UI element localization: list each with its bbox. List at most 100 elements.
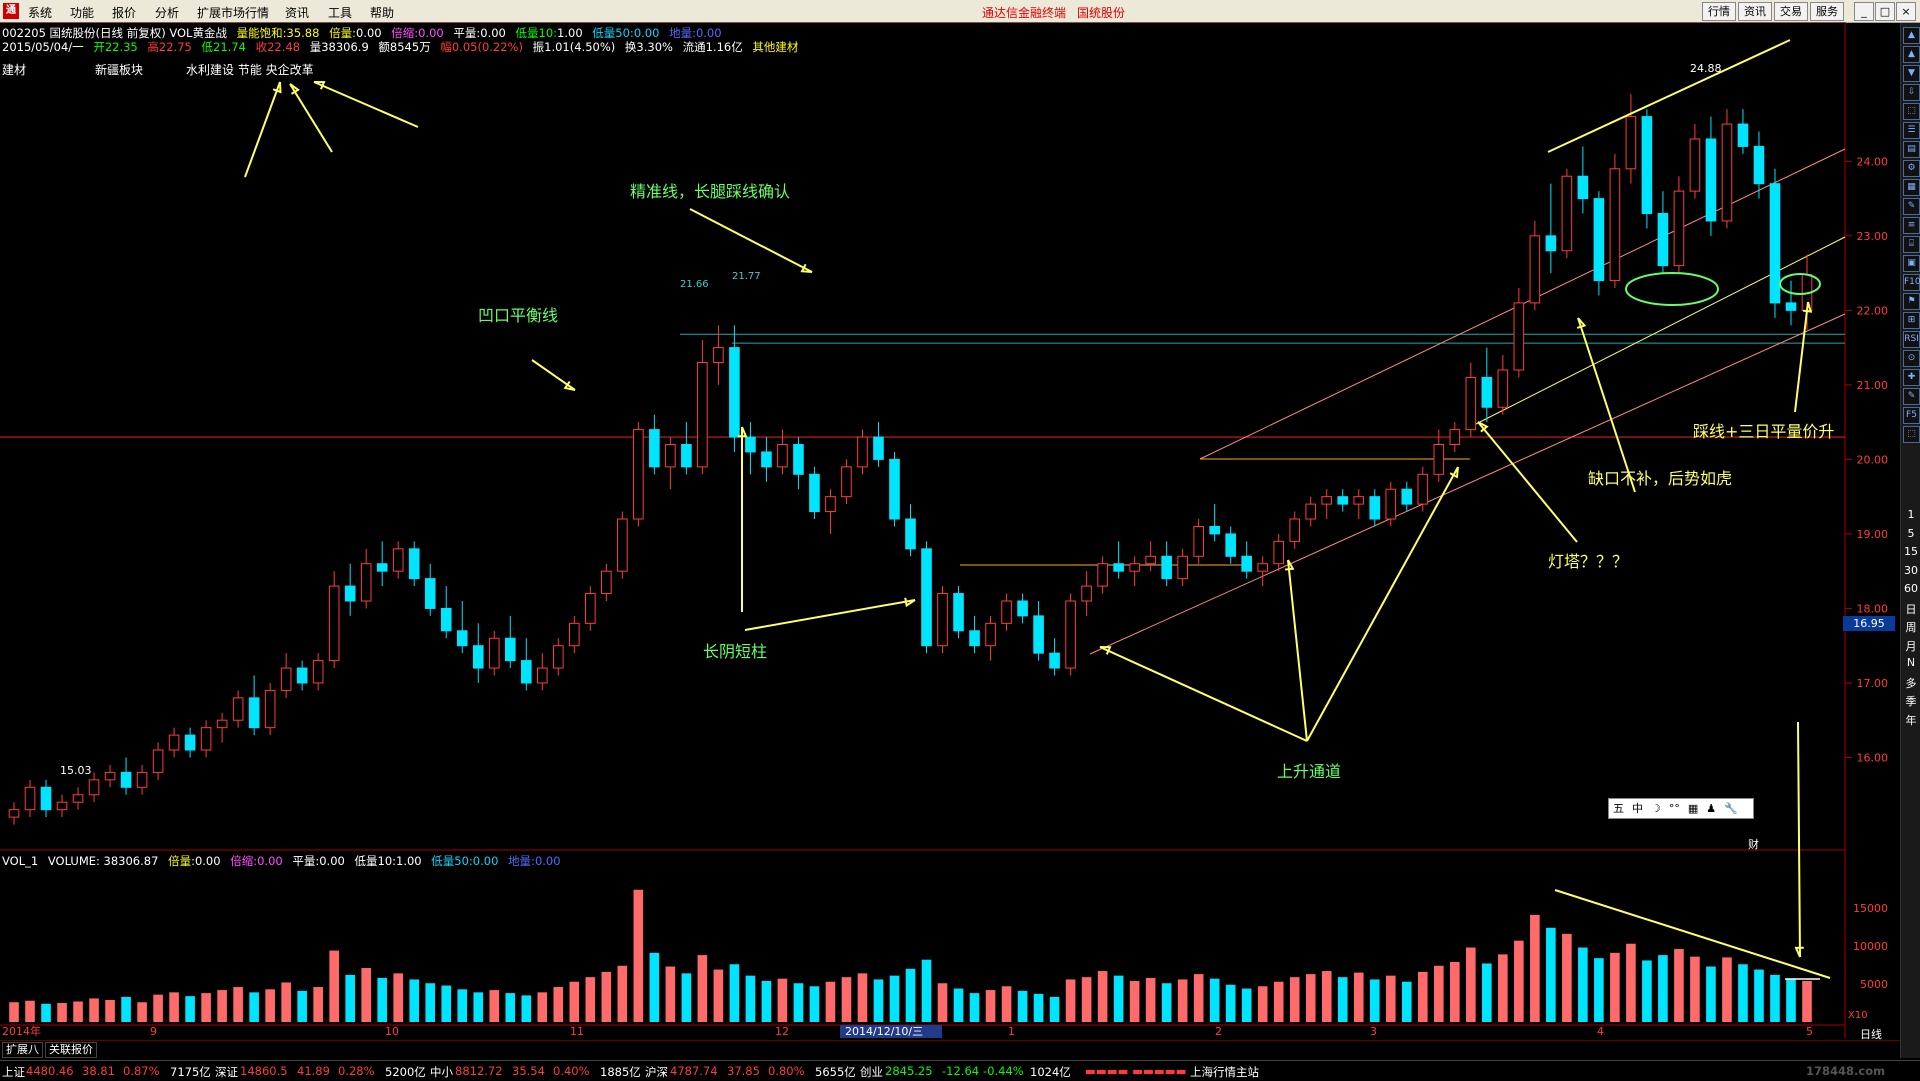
- tool-user-icon[interactable]: ♟: [1706, 802, 1716, 815]
- volume-bar: [265, 989, 275, 1022]
- candle-body: [729, 347, 740, 438]
- toolbar-icon-6[interactable]: ▤: [1903, 141, 1920, 158]
- price-grid: [0, 160, 1852, 758]
- period-3[interactable]: 30: [1901, 564, 1920, 577]
- toolbar-icon-8[interactable]: ▦: [1903, 179, 1920, 196]
- period-7[interactable]: 月: [1901, 638, 1920, 654]
- candle-body: [1529, 235, 1541, 304]
- finance-tag[interactable]: 财: [1748, 836, 1759, 852]
- annotation-lighthouse: 灯塔？？？: [1548, 552, 1629, 571]
- sz-percent: 0.28%: [338, 1064, 375, 1078]
- toolbar-icon-9[interactable]: ✎: [1903, 198, 1920, 215]
- toolbar-icon-3[interactable]: ⇩: [1903, 84, 1920, 101]
- hs-change: 37.85: [727, 1064, 760, 1078]
- period-10[interactable]: 季: [1901, 693, 1920, 709]
- candle-body: [585, 593, 596, 624]
- candle-body: [921, 548, 932, 647]
- candle-body: [841, 466, 852, 498]
- menu-system[interactable]: 系统: [28, 4, 52, 21]
- tab-related-quotes[interactable]: 关联报价: [45, 1042, 97, 1058]
- period-8[interactable]: N: [1901, 656, 1920, 669]
- menu-function[interactable]: 功能: [70, 4, 94, 21]
- toolbar-icon-21[interactable]: ⬚: [1903, 426, 1920, 443]
- period-0[interactable]: 1: [1901, 508, 1920, 521]
- period-5[interactable]: 日: [1901, 601, 1920, 617]
- candle-body: [1225, 533, 1236, 557]
- toolbar-icon-16[interactable]: RSI: [1903, 331, 1920, 348]
- btn-service[interactable]: 服务: [1810, 2, 1844, 21]
- toolbar-icon-5[interactable]: ☰: [1903, 122, 1920, 139]
- candle-body: [1481, 376, 1493, 408]
- tool-dots-icon[interactable]: °°: [1669, 802, 1680, 815]
- toolbar-icon-19[interactable]: ✎: [1903, 388, 1920, 405]
- period-1[interactable]: 5: [1901, 527, 1920, 540]
- tool-moon-icon[interactable]: ☽: [1651, 802, 1661, 815]
- center-link-stock[interactable]: 国统股份: [1077, 4, 1125, 21]
- candle-body: [1385, 488, 1397, 520]
- toolbar-icon-7[interactable]: ⚙: [1903, 160, 1920, 177]
- volume-bar: [1514, 940, 1524, 1022]
- period-2[interactable]: 15: [1901, 545, 1920, 558]
- tool-keyboard-icon[interactable]: ▦: [1688, 802, 1698, 815]
- volume-bar: [105, 999, 115, 1022]
- candle-body: [40, 786, 52, 811]
- toolbar-icon-4[interactable]: ⬚: [1903, 103, 1920, 120]
- toolbar-icon-1[interactable]: ▲: [1903, 46, 1920, 63]
- toolbar-icon-2[interactable]: ▼: [1903, 65, 1920, 82]
- arrow-line: [531, 359, 576, 391]
- menu-help[interactable]: 帮助: [370, 4, 394, 21]
- toolbar-icon-10[interactable]: ≡: [1903, 217, 1920, 234]
- menu-quote[interactable]: 报价: [112, 4, 136, 21]
- candle-body: [136, 771, 148, 788]
- tool-mid-icon[interactable]: 中: [1632, 802, 1643, 815]
- menu-extended-market[interactable]: 扩展市场行情: [197, 4, 269, 21]
- maximize-icon[interactable]: □: [1875, 2, 1895, 21]
- toolbar-icon-0[interactable]: ▲: [1903, 27, 1920, 44]
- center-link-terminal[interactable]: 通达信金融终端: [982, 4, 1066, 21]
- candle-body: [24, 786, 36, 811]
- minimize-icon[interactable]: _: [1854, 2, 1874, 21]
- candle-body: [665, 444, 676, 468]
- candle-body: [72, 794, 84, 803]
- volume-bar: [841, 977, 852, 1022]
- toolbar-icon-12[interactable]: ▣: [1903, 255, 1920, 272]
- candle-body: [392, 548, 404, 572]
- toolbar-icon-20[interactable]: F5: [1903, 407, 1920, 424]
- tool-5-icon[interactable]: 五: [1613, 802, 1624, 815]
- candle-body: [200, 727, 212, 751]
- candle-body: [777, 444, 788, 468]
- period-4[interactable]: 60: [1901, 582, 1920, 595]
- btn-news[interactable]: 资讯: [1738, 2, 1772, 21]
- toolbar-icon-14[interactable]: ⚑: [1903, 293, 1920, 310]
- vf6-value: 0.00: [534, 854, 561, 868]
- toolbar-icon-18[interactable]: ✚: [1903, 369, 1920, 386]
- candle-body: [1017, 600, 1028, 617]
- close-icon[interactable]: ×: [1896, 2, 1916, 21]
- tool-wrench-icon[interactable]: 🔧: [1724, 802, 1738, 815]
- period-6[interactable]: 周: [1901, 619, 1920, 635]
- period-9[interactable]: 多: [1901, 675, 1920, 691]
- candle-body: [360, 563, 372, 602]
- toolbar-icon-17[interactable]: ⊙: [1903, 350, 1920, 367]
- tab-extended-eight[interactable]: 扩展八: [2, 1042, 43, 1058]
- menu-tools[interactable]: 工具: [328, 4, 352, 21]
- station-label[interactable]: 上海行情主站: [1190, 1064, 1259, 1080]
- menu-news[interactable]: 资讯: [285, 4, 309, 21]
- kline-chart[interactable]: 24.0023.0022.0021.0020.0019.0018.0017.00…: [0, 22, 1900, 1058]
- volume-bar: [1690, 956, 1700, 1022]
- candle-body: [1129, 563, 1140, 572]
- btn-trade[interactable]: 交易: [1774, 2, 1808, 21]
- cy-change: -12.64: [942, 1064, 980, 1078]
- price-axis: 24.00 23.00 22.00 21.00 20.00 19.00 18.00 17.00…: [1848, 155, 1888, 1021]
- period-11[interactable]: 年: [1901, 712, 1920, 728]
- toolbar-icon-15[interactable]: ⊞: [1903, 312, 1920, 329]
- arrow-line: [1477, 421, 1578, 543]
- btn-market[interactable]: 行情: [1702, 2, 1736, 21]
- volume-bar: [473, 992, 484, 1022]
- volume-series: [9, 889, 1831, 1022]
- toolbar-icon-11[interactable]: ⌸: [1903, 236, 1920, 253]
- volume-bar: [1161, 983, 1172, 1022]
- volume-bar: [937, 983, 948, 1022]
- toolbar-icon-13[interactable]: F10: [1903, 274, 1920, 291]
- menu-analysis[interactable]: 分析: [155, 4, 179, 21]
